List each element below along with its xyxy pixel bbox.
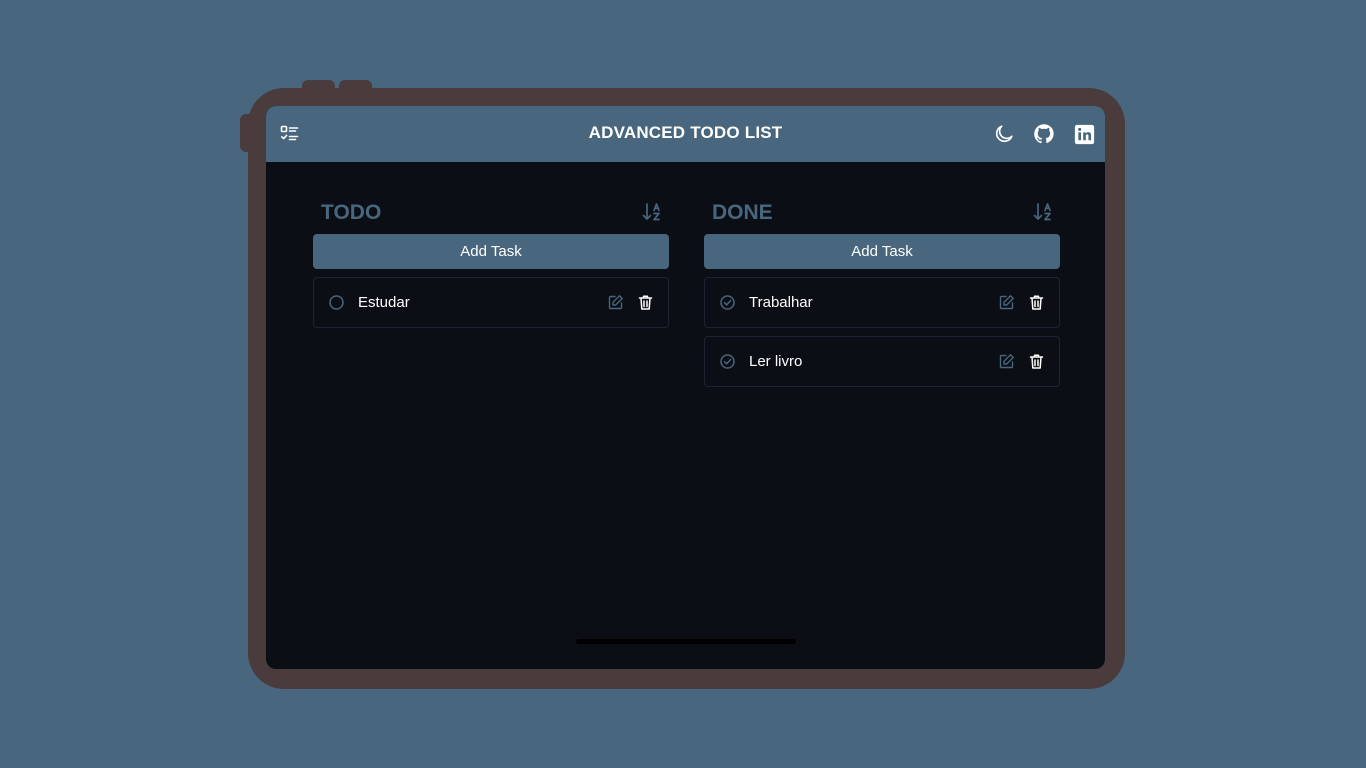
todo-add-task-button[interactable]: Add Task [313, 234, 669, 269]
circle-check-icon[interactable] [719, 294, 736, 311]
github-icon[interactable] [1032, 122, 1056, 146]
done-column: DONE Add Task Trabalhar Ler livro [704, 194, 1060, 387]
todo-column-header: TODO [313, 194, 669, 234]
trash-icon[interactable] [1028, 353, 1045, 370]
circle-check-icon[interactable] [719, 353, 736, 370]
trash-icon[interactable] [637, 294, 654, 311]
todo-column-title: TODO [321, 201, 382, 224]
done-add-task-button[interactable]: Add Task [704, 234, 1060, 269]
app-title: ADVANCED TODO LIST [588, 123, 783, 142]
task-item[interactable]: Trabalhar [704, 277, 1060, 328]
edit-icon[interactable] [998, 294, 1015, 311]
moon-icon[interactable] [992, 122, 1016, 146]
task-label: Trabalhar [749, 294, 813, 311]
edit-icon[interactable] [998, 353, 1015, 370]
home-indicator [576, 639, 796, 644]
done-column-title: DONE [712, 201, 773, 224]
edit-icon[interactable] [607, 294, 624, 311]
sort-alpha-icon[interactable] [1032, 201, 1054, 223]
done-column-header: DONE [704, 194, 1060, 234]
trash-icon[interactable] [1028, 294, 1045, 311]
circle-unchecked-icon[interactable] [328, 294, 345, 311]
task-label: Ler livro [749, 353, 803, 370]
todo-column: TODO Add Task Estudar [313, 194, 669, 328]
task-item[interactable]: Estudar [313, 277, 669, 328]
task-label: Estudar [358, 294, 410, 311]
top-bar: ADVANCED TODO LIST [266, 106, 1105, 162]
sort-alpha-icon[interactable] [641, 201, 663, 223]
linkedin-icon[interactable] [1072, 122, 1096, 146]
app-screen: ADVANCED TODO LIST TODO Add Task Estudar… [266, 106, 1105, 669]
task-item[interactable]: Ler livro [704, 336, 1060, 387]
